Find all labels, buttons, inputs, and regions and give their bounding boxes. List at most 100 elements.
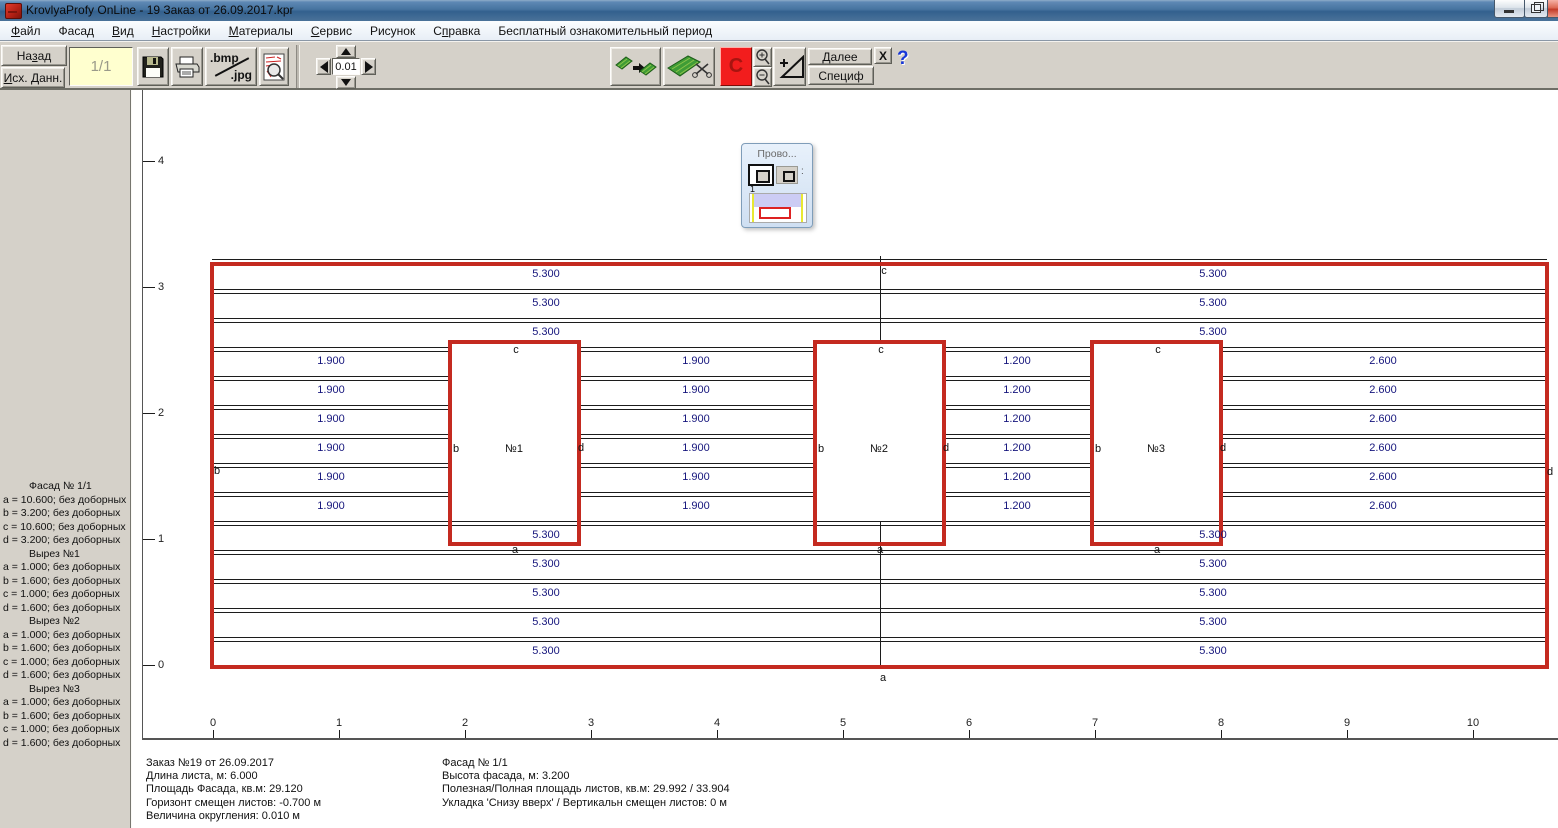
status-line: Площадь Фасада, кв.м: 29.120 xyxy=(146,783,303,796)
status-line: Фасад № 1/1 xyxy=(442,757,508,769)
floppy-icon xyxy=(142,56,164,77)
bmp-label: .bmp xyxy=(210,51,239,65)
status-line: Заказ №19 от 26.09.2017 xyxy=(146,757,275,769)
menu-item-trial-period[interactable]: Бесплатный ознакомительный период xyxy=(489,22,721,40)
spec-button[interactable]: Специф xyxy=(808,66,874,85)
facade-info-text: Фасад № 1/1 a = 10.600; без доборных b = 3… xyxy=(3,480,131,750)
status-line: Укладка 'Снизу вверх' / Вертикальн смеще… xyxy=(442,796,727,809)
facade-section-header: Вырез №1 xyxy=(29,547,80,560)
facade-dimension-line: c = 10.600; без доборных xyxy=(3,520,126,533)
bmp-jpg-export-button[interactable]: .bmp .jpg xyxy=(205,47,257,86)
minimize-icon xyxy=(1504,10,1514,13)
roof-square-icon xyxy=(783,171,795,182)
menu-item-drawing[interactable]: Рисунок xyxy=(361,22,424,40)
minimize-button[interactable] xyxy=(1494,0,1525,18)
menu-item-materials[interactable]: Материалы xyxy=(220,22,302,40)
print-button[interactable] xyxy=(171,47,203,86)
menu-bar: Файл Фасад Вид Настройки Материалы Серви… xyxy=(0,21,1558,41)
step-right-button[interactable] xyxy=(361,58,376,75)
status-line: Длина листа, м: 6.000 xyxy=(146,770,258,783)
facade-dimension-line: d = 1.600; без доборных xyxy=(3,669,121,681)
app-icon xyxy=(5,3,22,19)
facade-dimension-line: c = 1.000; без доборных xyxy=(3,655,120,668)
status-line: Высота фасада, м: 3.200 xyxy=(442,770,570,783)
status-line: Полезная/Полная площадь листов, кв.м: 29… xyxy=(442,783,730,796)
step-down-button[interactable] xyxy=(336,76,356,89)
window-title: KrovlyaProfy OnLine - 19 Заказ от 26.09.… xyxy=(26,3,294,17)
facade-dimension-line: a = 1.000; без доборных xyxy=(3,561,121,573)
facade-dimension-line: b = 1.600; без доборных xyxy=(3,642,121,654)
step-value-field[interactable]: 0.01 xyxy=(332,58,360,75)
status-line: Величина округления: 0.010 м xyxy=(146,809,300,822)
facade-section-header: Вырез №2 xyxy=(29,615,80,627)
menu-item-view[interactable]: Вид xyxy=(103,22,143,40)
preview-selection-rect xyxy=(759,207,791,219)
menu-item-help[interactable]: Справка xyxy=(424,22,489,40)
menu-item-settings[interactable]: Настройки xyxy=(143,22,220,40)
slope-tool-button[interactable] xyxy=(773,47,806,86)
facade-dimension-line: c = 1.000; без доборных xyxy=(3,588,120,600)
maximize-icon xyxy=(1531,2,1544,13)
facade-section-header: Вырез №3 xyxy=(29,682,80,695)
title-bar: KrovlyaProfy OnLine - 19 Заказ от 26.09.… xyxy=(0,0,1558,22)
sheet-move-button[interactable] xyxy=(610,47,661,86)
facade-dimension-line: d = 1.600; без доборных xyxy=(3,601,121,614)
menu-item-file[interactable]: Файл xyxy=(2,22,50,40)
page-indicator-field[interactable]: 1/1 xyxy=(69,47,133,86)
preview-button[interactable] xyxy=(259,47,289,86)
facade-dimension-line: b = 3.200; без доборных xyxy=(3,507,121,519)
zoom-out-button[interactable] xyxy=(753,67,772,87)
sheet-cut-button[interactable] xyxy=(663,47,715,86)
sheet-cut-icon xyxy=(667,54,712,78)
palette-preview-thumbnail[interactable] xyxy=(749,193,807,223)
facade-dimension-line: b = 1.600; без доборных xyxy=(3,709,121,722)
facade-dimension-line: d = 1.600; без доборных xyxy=(3,736,121,749)
close-tool-button[interactable]: X xyxy=(874,47,892,64)
next-button[interactable]: Далее xyxy=(808,48,872,65)
toolbar-separator xyxy=(296,45,300,88)
maximize-button[interactable] xyxy=(1524,0,1548,18)
toolbar: На з ад Исх. Данн. 1/1 .bmp .jpg 0.01 C … xyxy=(0,41,1558,90)
status-line: Горизонт смещен листов: -0.700 м xyxy=(146,796,322,809)
facade-dimension-line: a = 1.000; без доборных xyxy=(3,628,121,641)
back-button[interactable]: На з ад xyxy=(1,45,67,66)
palette-title: Прово... xyxy=(757,148,797,160)
menu-item-service[interactable]: Сервис xyxy=(302,22,361,40)
arrow-down-icon xyxy=(341,79,351,86)
sheet-move-icon xyxy=(614,55,657,76)
source-data-button[interactable]: Исх. Данн. xyxy=(1,67,65,88)
facade-dimension-line: c = 1.000; без доборных xyxy=(3,723,120,735)
drawing-canvas[interactable] xyxy=(133,90,1558,828)
zoom-in-button[interactable] xyxy=(753,47,772,67)
save-button[interactable] xyxy=(137,47,169,86)
facade-section-header: Фасад № 1/1 xyxy=(29,480,92,492)
zoom-in-icon xyxy=(756,49,770,65)
status-block-left: Заказ №19 от 26.09.2017 Длина листа, м: 6… xyxy=(146,757,321,823)
horizontal-ruler-line xyxy=(142,738,1558,740)
facade-dimension-line: b = 1.600; без доборных xyxy=(3,574,121,587)
help-icon[interactable]: ? xyxy=(897,48,909,70)
application-window: KrovlyaProfy OnLine - 19 Заказ от 26.09.… xyxy=(0,0,1558,828)
status-block-right: Фасад № 1/1 Высота фасада, м: 3.200 Полезн… xyxy=(442,757,730,810)
print-preview-icon xyxy=(263,53,285,80)
jpg-label: .jpg xyxy=(230,68,252,82)
palette-overflow-dots[interactable]: : xyxy=(801,166,804,177)
step-left-button[interactable] xyxy=(316,58,331,75)
preview-facade-area xyxy=(754,194,801,207)
facade-dimension-line: a = 10.600; без доборных xyxy=(3,493,127,506)
arrow-right-icon xyxy=(364,60,373,73)
palette-button-facades[interactable] xyxy=(748,164,774,186)
close-button[interactable] xyxy=(1547,0,1558,18)
color-c-button[interactable]: C xyxy=(720,47,752,86)
printer-icon xyxy=(175,56,200,77)
preview-right-edge xyxy=(801,194,803,222)
palette-button-roof[interactable] xyxy=(776,166,798,184)
facade-dimension-line: a = 1.000; без доборных xyxy=(3,696,121,708)
zoom-out-icon xyxy=(756,69,770,85)
palette-window[interactable]: Прово... : 1 xyxy=(741,143,813,228)
menu-item-facade[interactable]: Фасад xyxy=(50,22,103,40)
step-up-button[interactable] xyxy=(336,45,356,58)
arrow-up-icon xyxy=(341,48,351,55)
facade-square-icon xyxy=(756,170,770,183)
vertical-ruler-line xyxy=(142,90,143,739)
